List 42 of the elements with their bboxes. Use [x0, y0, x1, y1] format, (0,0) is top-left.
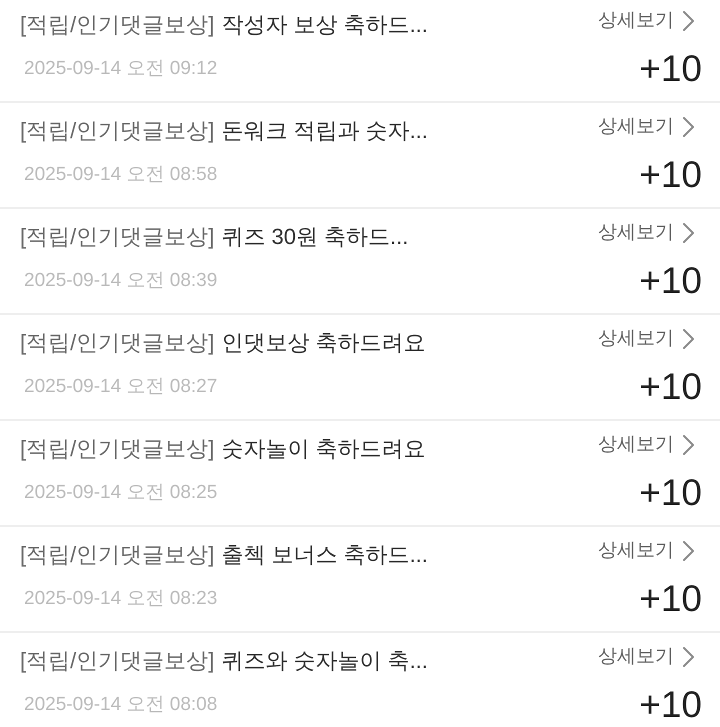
chevron-right-icon [682, 540, 695, 562]
detail-link[interactable]: 상세보기 [598, 9, 695, 33]
date-time: 2025-09-14 오전 08:27 [24, 374, 218, 399]
chevron-right-icon [682, 222, 695, 244]
history-title: 숫자놀이 축하드려요 [221, 435, 426, 463]
detail-link[interactable]: 상세보기 [598, 433, 695, 457]
date-time: 2025-09-14 오전 08:39 [24, 268, 218, 293]
history-title: 출첵 보너스 축하드... [221, 541, 428, 569]
detail-link[interactable]: 상세보기 [598, 539, 695, 563]
category-label: [적립/인기댓글보상] [20, 117, 214, 145]
date-time: 2025-09-14 오전 08:58 [24, 162, 218, 187]
detail-link[interactable]: 상세보기 [598, 221, 695, 245]
date-time: 2025-09-14 오전 08:23 [24, 586, 218, 611]
points-amount: +10 [639, 581, 702, 617]
chevron-right-icon [682, 646, 695, 668]
category-label: [적립/인기댓글보상] [20, 329, 214, 357]
points-amount: +10 [639, 687, 702, 723]
detail-link[interactable]: 상세보기 [598, 645, 695, 669]
history-title: 돈워크 적립과 숫자... [221, 117, 428, 145]
category-label: [적립/인기댓글보상] [20, 647, 214, 675]
points-amount: +10 [639, 157, 702, 193]
date-time: 2025-09-14 오전 08:08 [24, 692, 218, 717]
chevron-right-icon [682, 116, 695, 138]
category-label: [적립/인기댓글보상] [20, 223, 214, 251]
date-time: 2025-09-14 오전 09:12 [24, 56, 218, 81]
history-title: 퀴즈 30원 축하드... [221, 223, 408, 251]
points-amount: +10 [639, 369, 702, 405]
history-title: 퀴즈와 숫자놀이 축... [221, 647, 428, 675]
detail-link[interactable]: 상세보기 [598, 327, 695, 351]
points-amount: +10 [639, 263, 702, 299]
detail-link[interactable]: 상세보기 [598, 115, 695, 139]
chevron-right-icon [682, 328, 695, 350]
category-label: [적립/인기댓글보상] [20, 541, 214, 569]
category-label: [적립/인기댓글보상] [20, 11, 214, 39]
chevron-right-icon [682, 434, 695, 456]
chevron-right-icon [682, 10, 695, 32]
category-label: [적립/인기댓글보상] [20, 435, 214, 463]
points-amount: +10 [639, 475, 702, 511]
history-title: 인댓보상 축하드려요 [221, 329, 426, 357]
date-time: 2025-09-14 오전 08:25 [24, 480, 218, 505]
history-title: 작성자 보상 축하드... [221, 11, 428, 39]
points-amount: +10 [639, 51, 702, 87]
